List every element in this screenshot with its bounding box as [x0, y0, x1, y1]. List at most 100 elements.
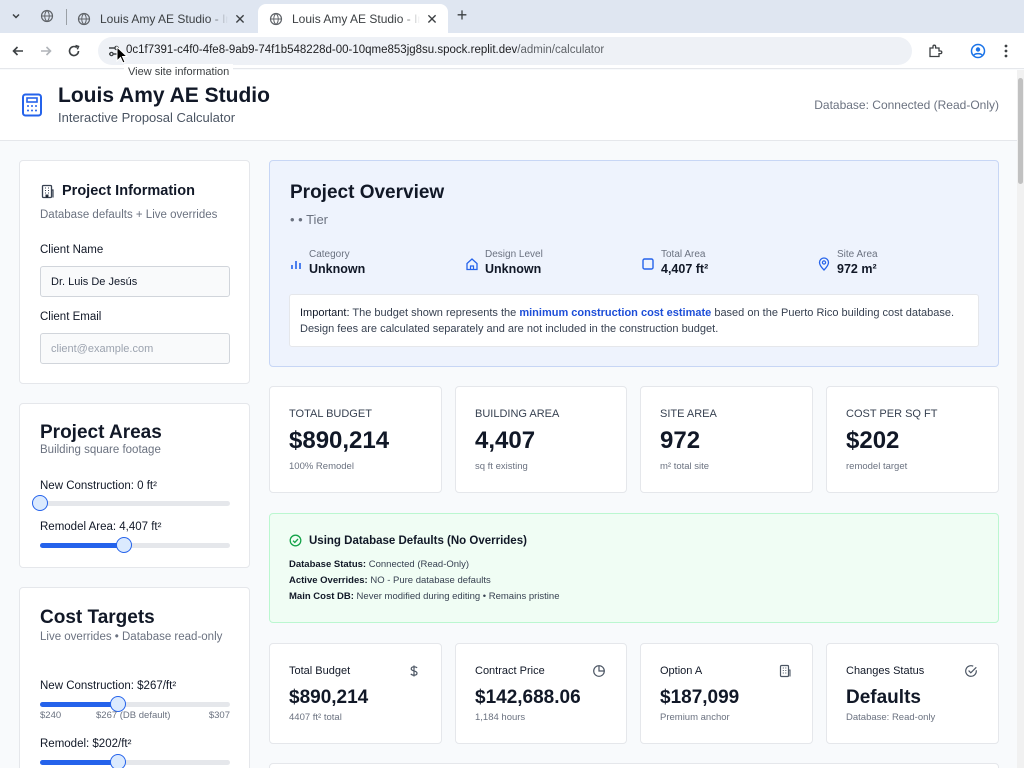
- client-email-input[interactable]: [40, 333, 230, 364]
- defaults-line-database-status: Database Status: Connected (Read-Only): [289, 559, 469, 570]
- kebab-menu-icon[interactable]: [996, 41, 1016, 61]
- slider-thumb[interactable]: [116, 537, 132, 553]
- tab-title: Louis Amy AE Studio - Intera: [292, 11, 420, 26]
- project-areas-heading: Project Areas: [40, 422, 162, 443]
- close-tab-icon[interactable]: ✕: [232, 11, 248, 27]
- stat-value: 972 m²: [837, 262, 877, 276]
- database-status: Database: Connected (Read-Only): [814, 98, 999, 112]
- tab-title: Louis Amy AE Studio - Intera: [100, 11, 228, 26]
- card-option-a: Option A $187,099 Premium anchor: [640, 643, 813, 744]
- line-value: Never modified during editing • Remains …: [353, 591, 560, 602]
- kpi-value: 4,407: [475, 427, 536, 454]
- browser-tab-bar: Louis Amy AE Studio - Intera ✕ Louis Amy…: [0, 0, 1024, 33]
- card-total-budget: Total Budget $890,214 4407 ft² total: [269, 643, 442, 744]
- stat-value: 4,407 ft²: [661, 262, 709, 276]
- card-value: $187,099: [660, 687, 740, 708]
- card-changes-status: Changes Status Defaults Database: Read-o…: [826, 643, 999, 744]
- square-icon: [642, 258, 654, 270]
- stat-value: Unknown: [485, 262, 542, 276]
- slider-thumb[interactable]: [32, 495, 48, 511]
- defaults-heading: Using Database Defaults (No Overrides): [289, 534, 527, 547]
- overview-stat-total-area: Total Area 4,407 ft²: [641, 249, 708, 276]
- tab-search-icon[interactable]: [6, 6, 26, 26]
- project-tier: • • Tier: [290, 212, 328, 227]
- cost-targets-panel: Cost Targets Live overrides • Database r…: [19, 587, 250, 768]
- project-overview-panel: Project Overview • • Tier Category Unknow…: [269, 160, 999, 367]
- building-icon: [41, 184, 54, 198]
- card-label: Total Budget: [289, 665, 351, 677]
- browser-tab-1[interactable]: Louis Amy AE Studio - Intera ✕: [66, 4, 256, 33]
- url-text[interactable]: 0c1f7391-c4f0-4fe8-9ab9-74f1b548228d-00-…: [126, 44, 604, 56]
- kpi-label: Site Area: [660, 408, 717, 420]
- next-section-card: [269, 763, 999, 768]
- kpi-building-area: Building Area 4,407 sq ft existing: [455, 386, 627, 493]
- card-label: Changes Status: [846, 665, 925, 677]
- profile-avatar-icon[interactable]: [968, 41, 988, 61]
- url-host: 0c1f7391-c4f0-4fe8-9ab9-74f1b548228d-00-…: [126, 44, 518, 56]
- kpi-sub: 100% Remodel: [289, 461, 354, 472]
- kpi-sub: sq ft existing: [475, 461, 528, 472]
- kpi-sub: m² total site: [660, 461, 710, 472]
- reload-icon[interactable]: [64, 41, 84, 61]
- kpi-label: Building Area: [475, 408, 560, 420]
- new-construction-cost-slider[interactable]: [40, 696, 230, 712]
- client-name-input[interactable]: [40, 266, 230, 297]
- heading-text: Project Information: [62, 183, 195, 199]
- building-icon: [779, 664, 791, 678]
- kpi-value: 972: [660, 427, 701, 454]
- map-pin-icon: [818, 257, 830, 271]
- pie-chart-icon: [593, 665, 605, 677]
- stat-label: Design Level: [485, 249, 543, 260]
- budget-important-note: Important: The budget shown represents t…: [289, 294, 979, 347]
- remodel-area-label: Remodel Area: 4,407 ft²: [40, 521, 162, 533]
- card-sub: Premium anchor: [660, 712, 730, 723]
- heading-text: Using Database Defaults (No Overrides): [309, 534, 527, 547]
- browser-tab-2-active[interactable]: Louis Amy AE Studio - Intera ✕: [258, 4, 448, 33]
- new-construction-area-slider[interactable]: [32, 495, 230, 511]
- client-name-label: Client Name: [40, 244, 104, 256]
- kpi-sub: remodel target: [846, 461, 908, 472]
- tick-min: $240: [40, 710, 62, 721]
- card-value: $890,214: [289, 687, 369, 708]
- card-sub: 1,184 hours: [475, 712, 526, 723]
- project-information-heading: Project Information: [40, 183, 195, 199]
- back-arrow-icon[interactable]: [8, 41, 28, 61]
- mouse-cursor-icon: [116, 46, 128, 64]
- note-text: The budget shown represents the: [349, 307, 520, 319]
- close-tab-icon[interactable]: ✕: [424, 11, 440, 27]
- globe-icon: [76, 11, 92, 27]
- cost-targets-heading: Cost Targets: [40, 607, 155, 628]
- new-tab-plus-icon[interactable]: +: [452, 6, 472, 26]
- slider-fill: [40, 702, 118, 707]
- address-bar[interactable]: 0c1f7391-c4f0-4fe8-9ab9-74f1b548228d-00-…: [98, 37, 912, 65]
- remodel-cost-slider[interactable]: [40, 754, 230, 768]
- site-info-tooltip: View site information: [124, 64, 234, 80]
- card-contract-price: Contract Price $142,688.06 1,184 hours: [455, 643, 627, 744]
- line-value: Connected (Read-Only): [366, 559, 470, 570]
- slider-thumb[interactable]: [110, 754, 126, 768]
- kpi-site-area: Site Area 972 m² total site: [640, 386, 813, 493]
- pinned-tab-globe-icon[interactable]: [38, 7, 56, 25]
- database-defaults-status: Using Database Defaults (No Overrides) D…: [269, 513, 999, 623]
- extensions-puzzle-icon[interactable]: [925, 41, 945, 61]
- slider-fill: [40, 760, 118, 765]
- scrollbar-thumb[interactable]: [1018, 78, 1023, 184]
- project-information-subheading: Database defaults + Live overrides: [40, 209, 218, 221]
- card-value: Defaults: [846, 687, 921, 708]
- line-value: NO - Pure database defaults: [367, 575, 491, 586]
- forward-arrow-icon[interactable]: [36, 41, 56, 61]
- check-circle-icon: [289, 534, 302, 547]
- card-label: Option A: [660, 665, 703, 677]
- home-icon: [466, 258, 478, 271]
- card-value: $142,688.06: [475, 687, 581, 708]
- card-label: Contract Price: [475, 665, 545, 677]
- kpi-value: $890,214: [289, 427, 390, 454]
- project-information-panel: Project Information Database defaults + …: [19, 160, 250, 384]
- stat-label: Category: [309, 249, 350, 260]
- page-scrollbar[interactable]: [1017, 70, 1024, 768]
- stat-label: Site Area: [837, 249, 878, 260]
- bar-chart-icon: [291, 261, 301, 269]
- defaults-line-main-cost-db: Main Cost DB: Never modified during edit…: [289, 591, 560, 602]
- remodel-area-slider[interactable]: [40, 537, 230, 553]
- remodel-cost-label: Remodel: $202/ft²: [40, 738, 132, 750]
